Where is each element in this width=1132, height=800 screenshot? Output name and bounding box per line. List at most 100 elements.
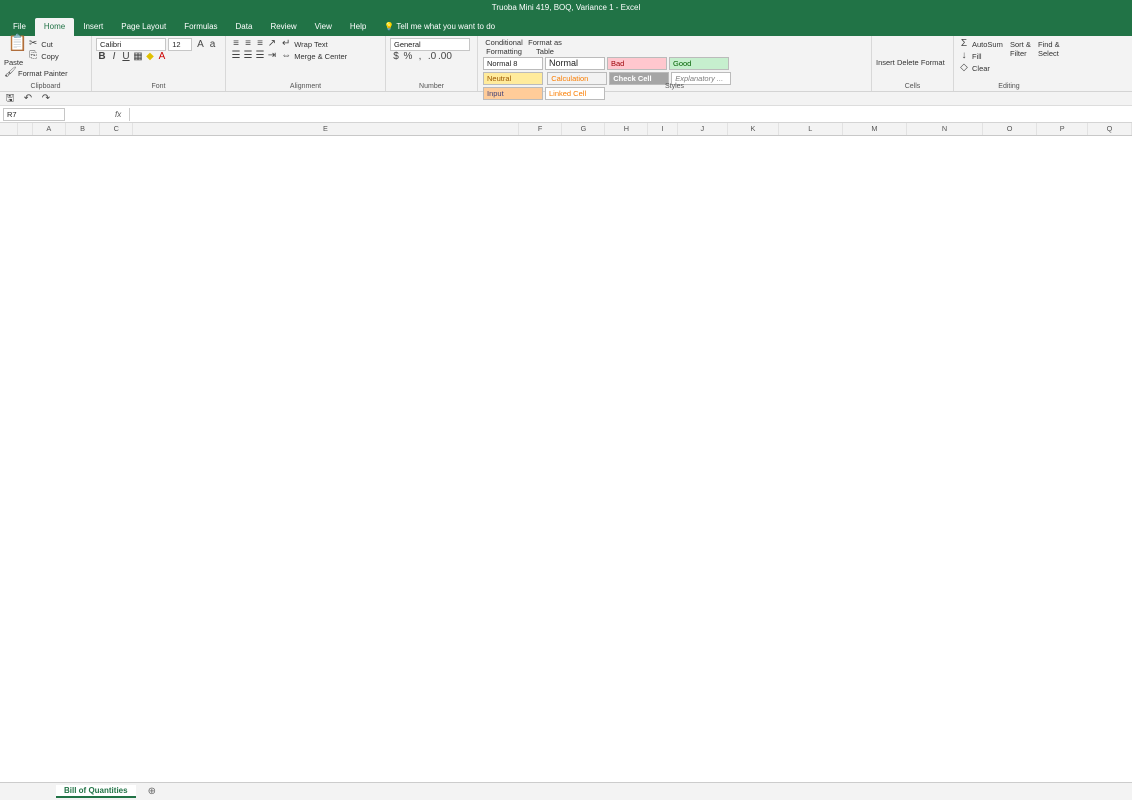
bold-icon[interactable]: B: [96, 51, 108, 63]
save-icon[interactable]: 🖫: [4, 93, 16, 105]
col-header-b[interactable]: B: [65, 123, 101, 136]
format-cells-button[interactable]: Format: [921, 58, 945, 67]
shrink-font-icon[interactable]: a: [206, 39, 218, 51]
col-header-c[interactable]: C: [99, 123, 134, 136]
col-header-g[interactable]: G: [561, 123, 606, 136]
paste-label: Paste: [4, 58, 24, 67]
grow-font-icon[interactable]: A: [194, 39, 206, 51]
tab-help[interactable]: Help: [341, 18, 375, 36]
fill-label: Fill: [972, 51, 982, 61]
clipboard-group: 📋 Paste ✂ Cut ⎘ Copy 🖌 Format Painter Clipbo…: [0, 36, 92, 91]
style-bad[interactable]: Bad: [607, 57, 667, 70]
tab-view[interactable]: View: [306, 18, 341, 36]
copy-button[interactable]: ⎘ Copy: [27, 50, 59, 62]
style-good[interactable]: Good: [669, 57, 729, 70]
orientation-icon[interactable]: ↗: [266, 38, 278, 50]
autosum-label: AutoSum: [972, 39, 1003, 49]
select-all-corner[interactable]: [0, 123, 19, 136]
ribbon-tabs: File Home Insert Page Layout Formulas Da…: [0, 16, 1132, 36]
paste-button[interactable]: 📋 Paste: [4, 36, 28, 68]
copy-icon: ⎘: [29, 50, 38, 61]
formula-input[interactable]: [129, 107, 1132, 121]
increase-decimal-icon[interactable]: .0: [426, 51, 438, 63]
undo-icon[interactable]: ↶: [22, 93, 34, 105]
editing-group-label: Editing: [998, 83, 1020, 90]
style-normal-8[interactable]: Normal 8: [483, 57, 543, 70]
tab-file[interactable]: File: [4, 18, 35, 36]
col-header-j[interactable]: J: [677, 123, 729, 136]
sort-filter-button[interactable]: Sort & Filter: [1010, 40, 1036, 58]
wrap-icon: ↵: [282, 38, 291, 49]
editing-group: Σ AutoSum ↓ Fill ◇ Clear Sort & Filter Find…: [954, 36, 1064, 91]
col-header-o[interactable]: O: [982, 123, 1038, 136]
col-header-a[interactable]: A: [32, 123, 66, 136]
font-size-select[interactable]: 12: [168, 38, 193, 51]
format-as-table-button[interactable]: Format as Table: [526, 38, 564, 56]
col-header-l[interactable]: L: [778, 123, 843, 136]
number-format-select[interactable]: General: [390, 38, 470, 51]
clear-button[interactable]: ◇ Clear: [958, 62, 990, 74]
underline-icon[interactable]: U: [120, 51, 132, 63]
col-header-i[interactable]: I: [647, 123, 678, 136]
borders-icon[interactable]: ▦: [132, 51, 144, 63]
col-header-p[interactable]: P: [1036, 123, 1088, 136]
font-name-select[interactable]: Calibri: [96, 38, 166, 51]
redo-icon[interactable]: ↷: [40, 93, 52, 105]
merge-icon: ⇔: [281, 50, 292, 61]
align-left-icon[interactable]: ☰: [230, 50, 242, 62]
find-select-button[interactable]: Find & Select: [1038, 40, 1064, 58]
fill-button[interactable]: ↓ Fill: [958, 50, 982, 62]
align-right-icon[interactable]: ☰: [254, 50, 266, 62]
tab-insert[interactable]: Insert: [74, 18, 112, 36]
font-color-icon[interactable]: A: [156, 51, 168, 63]
percent-icon[interactable]: %: [402, 51, 414, 63]
cell-grid[interactable]: A B C E F G H I J K L M N O P Q: [0, 123, 1132, 136]
font-group: Calibri 12 Aa B I U ▦ ◆ A Font: [92, 36, 226, 91]
format-as-table-label: Format as Table: [528, 38, 562, 56]
wrap-label: Wrap Text: [294, 39, 328, 49]
sigma-icon: Σ: [960, 38, 968, 49]
fill-color-icon[interactable]: ◆: [144, 51, 156, 63]
merge-center-button[interactable]: ⇔ Merge & Center: [280, 50, 347, 62]
align-middle-icon[interactable]: ≡: [242, 38, 254, 50]
col-header-k[interactable]: K: [727, 123, 779, 136]
cut-button[interactable]: ✂ Cut: [27, 38, 53, 50]
alignment-group-label: Alignment: [289, 83, 322, 90]
col-header-m[interactable]: M: [842, 123, 908, 136]
align-top-icon[interactable]: ≡: [230, 38, 242, 50]
delete-cells-button[interactable]: Delete: [897, 58, 919, 67]
number-group: General $%, .0.00 Number: [386, 36, 478, 91]
col-header-q[interactable]: Q: [1087, 123, 1132, 136]
col-header-n[interactable]: N: [906, 123, 983, 136]
col-header-e[interactable]: E: [132, 123, 519, 136]
autosum-button[interactable]: Σ AutoSum: [958, 38, 1003, 50]
currency-icon[interactable]: $: [390, 51, 402, 63]
tab-formulas[interactable]: Formulas: [175, 18, 226, 36]
indent-icon[interactable]: ⇥: [266, 50, 278, 62]
name-box[interactable]: R7: [3, 107, 65, 121]
format-painter-button[interactable]: 🖌 Format Painter: [4, 67, 68, 79]
conditional-formatting-button[interactable]: Conditional Formatting: [482, 38, 526, 56]
tab-review[interactable]: Review: [261, 18, 305, 36]
italic-icon[interactable]: I: [108, 51, 120, 63]
sheet-tab-bill-of-quantities[interactable]: Bill of Quantities: [56, 785, 136, 798]
add-sheet-icon[interactable]: ⊕: [148, 786, 156, 797]
style-normal[interactable]: Normal: [545, 57, 605, 70]
tab-data[interactable]: Data: [227, 18, 262, 36]
tell-me-search[interactable]: 💡 Tell me what you want to do: [375, 18, 504, 36]
fx-icon[interactable]: fx: [115, 110, 121, 119]
comma-icon[interactable]: ,: [414, 51, 426, 63]
align-bottom-icon[interactable]: ≡: [254, 38, 266, 50]
tab-home[interactable]: Home: [34, 18, 75, 36]
eraser-icon: ◇: [960, 62, 968, 73]
col-header-f[interactable]: F: [518, 123, 563, 136]
tab-page-layout[interactable]: Page Layout: [112, 18, 175, 36]
wrap-text-button[interactable]: ↵ Wrap Text: [280, 38, 328, 50]
col-header-h[interactable]: H: [604, 123, 649, 136]
number-group-label: Number: [419, 83, 444, 90]
align-center-icon[interactable]: ☰: [242, 50, 254, 62]
scissors-icon: ✂: [28, 38, 38, 49]
worksheet[interactable]: A B C E F G H I J K L M N O P Q: [0, 123, 1132, 758]
decrease-decimal-icon[interactable]: .00: [438, 51, 452, 63]
insert-cells-button[interactable]: Insert: [876, 58, 895, 67]
